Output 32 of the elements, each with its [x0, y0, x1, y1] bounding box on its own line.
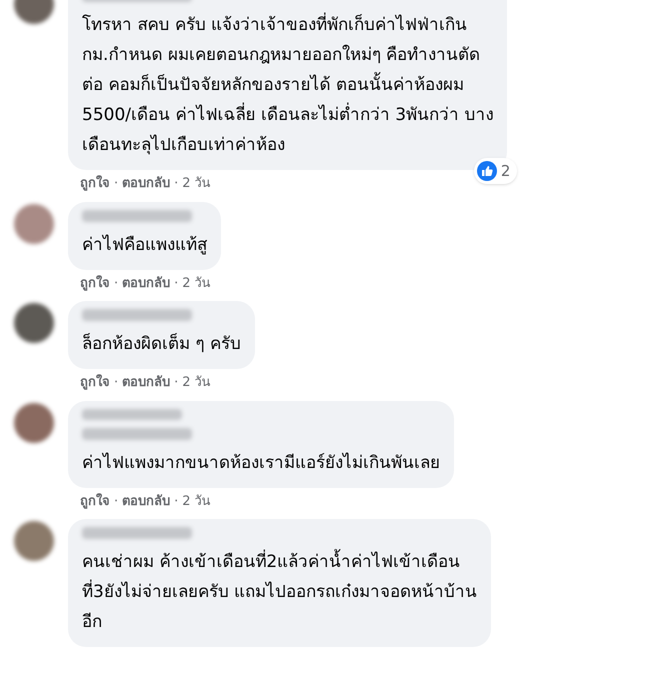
avatar[interactable] — [14, 521, 54, 561]
separator-dot: · — [174, 175, 178, 193]
reply-link[interactable]: ตอบกลับ — [122, 174, 170, 194]
comment-text: ล็อกห้องผิดเต็ม ๆ ครับ — [82, 332, 241, 356]
comment-text: คนเช่าผม ค้างเข้าเดือนที่2แล้วค่าน้ำค่าไฟเข้าเดือน ที่3ยังไม่จ่ายเลยครับ แถมไปออกรถเก๋งมาจอดหน้าบ้าน อีก — [82, 547, 478, 637]
reply-link[interactable]: ตอบกลับ — [122, 492, 170, 511]
timestamp[interactable]: 2 วัน — [182, 492, 211, 511]
timestamp[interactable]: 2 วัน — [182, 174, 211, 194]
reply-link[interactable]: ตอบกลับ — [122, 274, 170, 293]
separator-dot: · — [114, 374, 118, 392]
like-link[interactable]: ถูกใจ — [80, 174, 110, 194]
separator-dot: · — [114, 175, 118, 193]
separator-dot: · — [174, 274, 178, 292]
avatar[interactable] — [14, 204, 54, 244]
timestamp[interactable]: 2 วัน — [182, 373, 211, 392]
comment-text: ค่าไฟแพงมากขนาดห้องเรามีแอร์ยังไม่เกินพันเลย — [82, 452, 440, 474]
avatar[interactable] — [14, 303, 54, 343]
separator-dot: · — [114, 492, 118, 510]
like-link[interactable]: ถูกใจ — [80, 492, 110, 511]
comment-text: ค่าไฟคือแพงแท้สู — [82, 234, 207, 256]
separator-dot: · — [174, 374, 178, 392]
comment-text: โทรหา สคบ ครับ แจ้งว่าเจ้าของที่พักเก็บค่าไฟฟ่าเกิน กม.กำหนด ผมเคยตอนกฎหมายออกใหม่ๆ คือทำงานตัด ต่อ คอมก็เป็นปัจจัยหลักของรายได้ ตอนนั้นค่าห้องผม 5500/เดือน ค่าไฟเฉลี่ย เดือนละไม่ต่ำกว่า 3พันกว่า บาง เดือนทะลุไปเกือบเท่าค่าห้อง — [82, 10, 494, 160]
separator-dot: · — [114, 274, 118, 292]
like-link[interactable]: ถูกใจ — [80, 274, 110, 293]
separator-dot: · — [174, 492, 178, 510]
reaction-count: 2 — [500, 160, 512, 182]
like-reaction[interactable]: 2 — [474, 158, 518, 184]
thumbs-up-icon — [476, 160, 497, 181]
reply-link[interactable]: ตอบกลับ — [122, 373, 170, 392]
timestamp[interactable]: 2 วัน — [182, 274, 211, 293]
avatar[interactable] — [14, 402, 54, 442]
like-link[interactable]: ถูกใจ — [80, 373, 110, 392]
